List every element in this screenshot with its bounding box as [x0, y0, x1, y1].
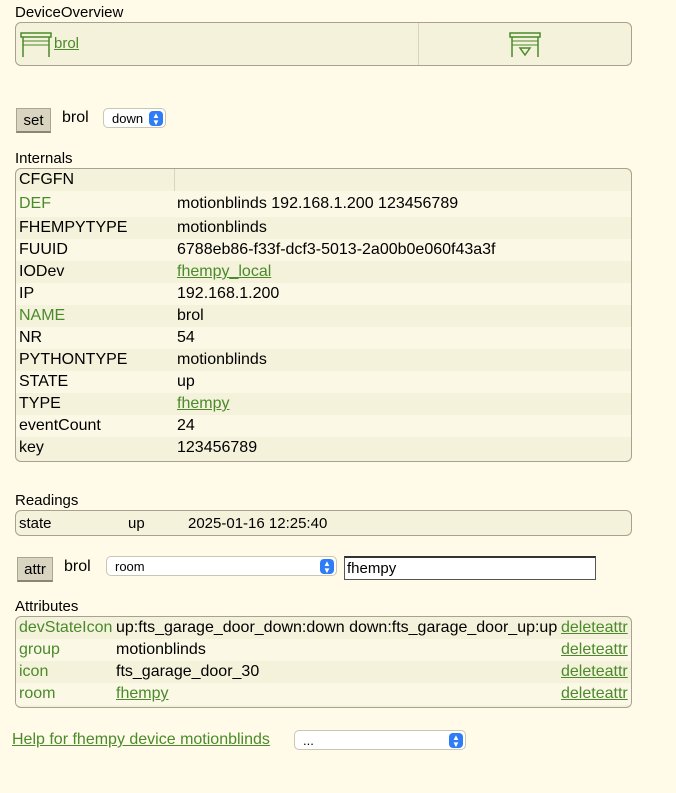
- attribute-name[interactable]: room: [19, 683, 55, 705]
- attribute-name[interactable]: group: [19, 639, 60, 661]
- attribute-value: fts_garage_door_30: [116, 663, 260, 680]
- reading-value: up: [128, 514, 145, 532]
- attribute-row: group motionblinds deleteattr: [16, 639, 631, 661]
- set-device-label: brol: [62, 109, 89, 126]
- attr-value-input[interactable]: [344, 556, 596, 580]
- delete-attr-link[interactable]: deleteattr: [561, 617, 628, 639]
- internal-name: PYTHONTYPE: [19, 351, 128, 368]
- internal-row: STATE up: [16, 371, 631, 393]
- device-overview-panel: brol: [15, 22, 632, 66]
- attribute-row: devStateIcon up:fts_garage_door_down:down…: [16, 617, 631, 639]
- attribute-value[interactable]: fhempy: [116, 683, 168, 705]
- internal-name[interactable]: NAME: [19, 305, 65, 327]
- internal-value: motionblinds: [177, 219, 267, 236]
- internal-name: CFGFN: [19, 171, 75, 188]
- internal-value: motionblinds: [177, 351, 267, 368]
- set-command-value: down: [112, 110, 144, 126]
- internal-name[interactable]: DEF: [19, 191, 51, 217]
- internal-row: CFGFN: [16, 169, 631, 191]
- attr-name-value: room: [115, 558, 145, 574]
- help-link[interactable]: Help for fhempy device motionblinds: [12, 731, 270, 749]
- device-overview-title: DeviceOverview: [15, 4, 124, 21]
- delete-attr-link[interactable]: deleteattr: [561, 683, 628, 705]
- internal-value: motionblinds 192.168.1.200 123456789: [177, 195, 459, 212]
- column-divider: [174, 169, 175, 191]
- internal-row: NAME brol: [16, 305, 631, 327]
- attributes-title: Attributes: [15, 598, 79, 615]
- internal-value: 6788eb86-f33f-dcf3-5013-2a00b0e060f43a3f: [177, 241, 496, 258]
- attribute-value: motionblinds: [116, 641, 206, 658]
- internal-value: brol: [177, 307, 204, 324]
- internal-name: IODev: [19, 263, 65, 280]
- attribute-name[interactable]: icon: [19, 661, 48, 683]
- attribute-row: room fhempy deleteattr: [16, 683, 631, 705]
- chevron-updown-icon: ▲ ▼: [449, 733, 463, 748]
- internal-value: 24: [177, 417, 195, 434]
- internal-row: IODev fhempy_local: [16, 261, 631, 283]
- reading-name: state: [19, 514, 52, 532]
- readings-title: Readings: [15, 492, 79, 509]
- internal-name: IP: [19, 285, 35, 302]
- internals-table: CFGFN DEF motionblinds 192.168.1.200 12345…: [15, 168, 632, 462]
- reading-time: 2025-01-16 12:25:40: [188, 514, 328, 532]
- reading-row: state up 2025-01-16 12:25:40: [16, 511, 631, 535]
- internal-value[interactable]: fhempy: [177, 393, 229, 415]
- attributes-table: devStateIcon up:fts_garage_door_down:down…: [15, 616, 632, 708]
- internal-row: TYPE fhempy: [16, 393, 631, 415]
- internal-name: FUUID: [19, 241, 68, 258]
- internal-row: NR 54: [16, 327, 631, 349]
- delete-attr-link[interactable]: deleteattr: [561, 639, 628, 661]
- internal-row: PYTHONTYPE motionblinds: [16, 349, 631, 371]
- set-button[interactable]: set: [16, 108, 51, 133]
- internal-name: NR: [19, 329, 43, 346]
- attr-button[interactable]: attr: [17, 557, 53, 582]
- internal-value: 192.168.1.200: [177, 285, 280, 302]
- internal-value: 123456789: [177, 439, 258, 456]
- internals-title: Internals: [15, 150, 73, 167]
- internal-row: key 123456789: [16, 437, 631, 459]
- chevron-updown-icon: ▲ ▼: [149, 111, 163, 126]
- attribute-row: icon fts_garage_door_30 deleteattr: [16, 661, 631, 683]
- internal-row: DEF motionblinds 192.168.1.200 123456789: [16, 191, 631, 217]
- attribute-name[interactable]: devStateIcon: [19, 617, 112, 639]
- attribute-value: up:fts_garage_door_down:down down:fts_ga…: [116, 619, 558, 636]
- internal-row: FUUID 6788eb86-f33f-dcf3-5013-2a00b0e060f…: [16, 239, 631, 261]
- internal-row: FHEMPYTYPE motionblinds: [16, 217, 631, 239]
- garage-door-icon[interactable]: [20, 32, 52, 63]
- internal-name: eventCount: [19, 417, 101, 434]
- attr-device-label: brol: [64, 558, 91, 575]
- help-select-value: ...: [303, 732, 314, 748]
- chevron-updown-icon: ▲ ▼: [320, 559, 334, 574]
- attr-name-select[interactable]: room ▲ ▼: [106, 556, 337, 576]
- delete-attr-link[interactable]: deleteattr: [561, 661, 628, 683]
- garage-door-down-icon[interactable]: [509, 32, 541, 63]
- internal-name: TYPE: [19, 395, 61, 412]
- help-select[interactable]: ... ▲ ▼: [294, 730, 466, 750]
- internal-value: up: [177, 373, 195, 390]
- internal-name: key: [19, 439, 44, 456]
- internal-row: IP 192.168.1.200: [16, 283, 631, 305]
- internal-row: eventCount 24: [16, 415, 631, 437]
- device-link[interactable]: brol: [54, 35, 79, 52]
- internal-value: 54: [177, 329, 195, 346]
- set-command-select[interactable]: down ▲ ▼: [103, 108, 166, 128]
- internal-name: STATE: [19, 373, 69, 390]
- internal-value[interactable]: fhempy_local: [177, 261, 271, 283]
- readings-table: state up 2025-01-16 12:25:40: [15, 510, 632, 536]
- internal-name: FHEMPYTYPE: [19, 219, 128, 236]
